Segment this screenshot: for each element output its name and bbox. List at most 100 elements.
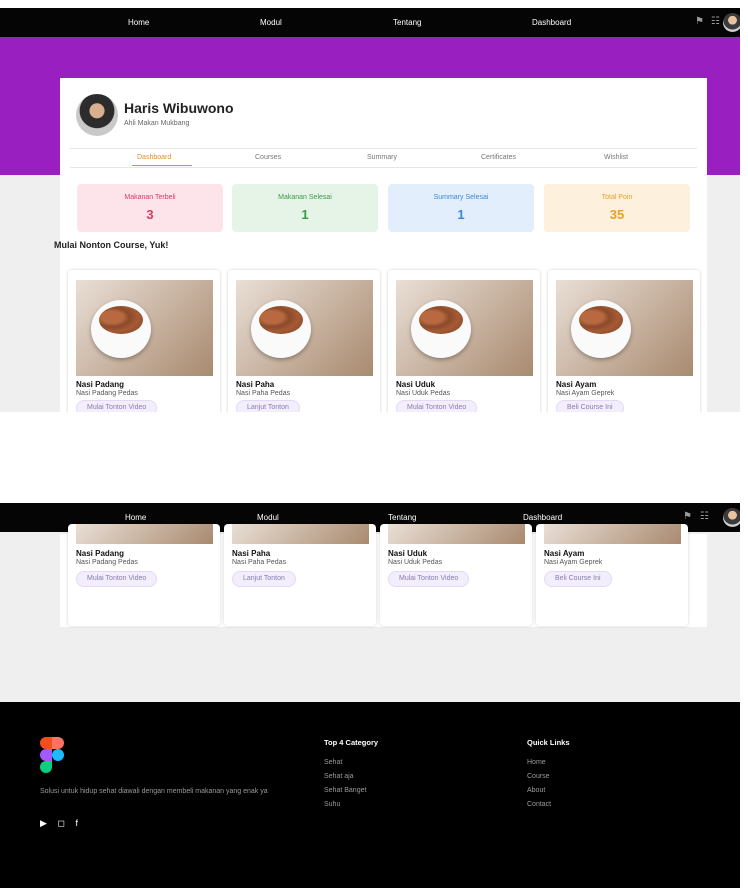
course-thumbnail xyxy=(396,280,533,376)
course-thumbnail xyxy=(76,280,213,376)
stat-value: 1 xyxy=(457,207,465,222)
course-card[interactable]: Nasi Padang Nasi Padang Pedas Mulai Tont… xyxy=(68,524,220,626)
tab-courses[interactable]: Courses xyxy=(255,154,281,161)
stat-label: Total Poin xyxy=(601,194,633,201)
top-navbar: Home Modul Tentang Dashboard ⚑ ☷ xyxy=(0,8,740,37)
footer-category-heading: Top 4 Category xyxy=(324,738,379,747)
course-subtitle: Nasi Paha Pedas xyxy=(236,390,291,397)
bell-icon[interactable]: ⚑ xyxy=(683,511,692,522)
youtube-icon[interactable]: ▶ xyxy=(40,818,47,828)
stat-label: Makanan Terbeli xyxy=(124,194,176,201)
course-title: Nasi Ayam xyxy=(544,549,585,558)
figma-logo xyxy=(40,737,68,775)
course-action-button[interactable]: Mulai Tonton Video xyxy=(396,400,478,412)
course-title: Nasi Ayam xyxy=(556,380,597,389)
footer-tagline: Solusi untuk hidup sehat diawali dengan … xyxy=(40,788,268,795)
stat-makanan-terbeli: Makanan Terbeli 3 xyxy=(77,184,223,232)
bell-icon[interactable]: ⚑ xyxy=(695,16,704,27)
course-title: Nasi Paha xyxy=(232,549,271,558)
stat-label: Summary Selesai xyxy=(433,194,489,201)
cart-icon[interactable]: ☷ xyxy=(711,16,720,27)
course-card[interactable]: Nasi Uduk Nasi Uduk Pedas Mulai Tonton V… xyxy=(380,524,532,626)
category-link[interactable]: Sehat Banget xyxy=(324,787,378,794)
course-subtitle: Nasi Paha Pedas xyxy=(232,559,287,566)
instagram-icon[interactable]: ◻ xyxy=(57,818,64,828)
category-link[interactable]: Sehat xyxy=(324,759,378,766)
cart-icon[interactable]: ☷ xyxy=(700,511,709,522)
course-action-button[interactable]: Beli Course Ini xyxy=(544,571,612,587)
quick-link-course[interactable]: Course xyxy=(527,773,570,780)
nav-modul[interactable]: Modul xyxy=(260,18,282,27)
stat-total-poin: Total Poin 35 xyxy=(544,184,690,232)
stat-summary-selesai: Summary Selesai 1 xyxy=(388,184,534,232)
stat-value: 3 xyxy=(146,207,154,222)
course-card[interactable]: Nasi Paha Nasi Paha Pedas Lanjut Tonton xyxy=(228,270,380,412)
course-card[interactable]: Nasi Ayam Nasi Ayam Geprek Beli Course I… xyxy=(536,524,688,626)
course-thumbnail xyxy=(556,280,693,376)
facebook-icon[interactable]: f xyxy=(75,818,78,828)
course-title: Nasi Uduk xyxy=(396,380,436,389)
profile-tabs: Dashboard Courses Summary Certificates W… xyxy=(70,148,697,168)
stat-label: Makanan Selesai xyxy=(278,194,332,201)
course-action-button[interactable]: Mulai Tonton Video xyxy=(388,571,470,587)
course-thumbnail xyxy=(232,524,369,544)
nav-home[interactable]: Home xyxy=(125,513,146,522)
nav-dashboard[interactable]: Dashboard xyxy=(523,513,562,522)
quick-link-about[interactable]: About xyxy=(527,787,570,794)
section-title: Mulai Nonton Course, Yuk! xyxy=(54,240,169,250)
course-action-button[interactable]: Beli Course Ini xyxy=(556,400,624,412)
course-title: Nasi Padang xyxy=(76,380,125,389)
course-card[interactable]: Nasi Ayam Nasi Ayam Geprek Beli Course I… xyxy=(548,270,700,412)
avatar[interactable] xyxy=(723,13,740,32)
course-subtitle: Nasi Padang Pedas xyxy=(76,390,138,397)
social-links: ▶ ◻ f xyxy=(40,818,86,829)
avatar[interactable] xyxy=(723,508,740,527)
nav-tentang[interactable]: Tentang xyxy=(388,513,416,522)
stat-value: 1 xyxy=(301,207,309,222)
nav-dashboard[interactable]: Dashboard xyxy=(532,18,571,27)
site-footer: Solusi untuk hidup sehat diawali dengan … xyxy=(0,702,740,888)
course-subtitle: Nasi Padang Pedas xyxy=(76,559,138,566)
course-title: Nasi Paha xyxy=(236,380,275,389)
footer-links-column: Quick Links Home Course About Contact xyxy=(527,738,570,815)
course-card[interactable]: Nasi Uduk Nasi Uduk Pedas Mulai Tonton V… xyxy=(388,270,540,412)
tab-summary[interactable]: Summary xyxy=(367,154,397,161)
stat-value: 35 xyxy=(609,207,625,222)
course-thumbnail xyxy=(388,524,525,544)
course-subtitle: Nasi Uduk Pedas xyxy=(388,559,443,566)
nav-home[interactable]: Home xyxy=(128,18,149,27)
course-thumbnail xyxy=(76,524,213,544)
course-title: Nasi Uduk xyxy=(388,549,428,558)
profile-avatar xyxy=(76,94,118,136)
course-title: Nasi Padang xyxy=(76,549,125,558)
course-subtitle: Nasi Ayam Geprek xyxy=(544,559,603,566)
course-panel: Nasi Padang Nasi Padang Pedas Mulai Tont… xyxy=(60,524,707,627)
active-tab-indicator xyxy=(132,165,192,166)
nav-modul[interactable]: Modul xyxy=(257,513,279,522)
profile-panel: Haris Wibuwono Ahli Makan Mukbang Dashbo… xyxy=(54,78,707,412)
course-card[interactable]: Nasi Paha Nasi Paha Pedas Lanjut Tonton xyxy=(224,524,376,626)
tab-dashboard[interactable]: Dashboard xyxy=(137,154,171,161)
quick-link-contact[interactable]: Contact xyxy=(527,801,570,808)
footer-links-heading: Quick Links xyxy=(527,738,570,747)
course-subtitle: Nasi Uduk Pedas xyxy=(396,390,451,397)
tab-certificates[interactable]: Certificates xyxy=(481,154,516,161)
dashboard-top-view: Home Modul Tentang Dashboard ⚑ ☷ Haris W… xyxy=(0,8,740,412)
category-link[interactable]: Sehat aja xyxy=(324,773,378,780)
course-action-button[interactable]: Lanjut Tonton xyxy=(236,400,300,412)
profile-subtitle: Ahli Makan Mukbang xyxy=(124,120,190,127)
course-thumbnail xyxy=(236,280,373,376)
quick-link-home[interactable]: Home xyxy=(527,759,570,766)
dashboard-bottom-view: Home Modul Tentang Dashboard ⚑ ☷ Nasi Pa… xyxy=(0,503,740,888)
course-card[interactable]: Nasi Padang Nasi Padang Pedas Mulai Tont… xyxy=(68,270,220,412)
stat-makanan-selesai: Makanan Selesai 1 xyxy=(232,184,378,232)
course-action-button[interactable]: Mulai Tonton Video xyxy=(76,571,158,587)
nav-tentang[interactable]: Tentang xyxy=(393,18,421,27)
category-link[interactable]: Suhu xyxy=(324,801,378,808)
course-action-button[interactable]: Lanjut Tonton xyxy=(232,571,296,587)
course-action-button[interactable]: Mulai Tonton Video xyxy=(76,400,158,412)
profile-name: Haris Wibuwono xyxy=(124,100,234,116)
tab-wishlist[interactable]: Wishlist xyxy=(604,154,628,161)
course-subtitle: Nasi Ayam Geprek xyxy=(556,390,615,397)
course-thumbnail xyxy=(544,524,681,544)
